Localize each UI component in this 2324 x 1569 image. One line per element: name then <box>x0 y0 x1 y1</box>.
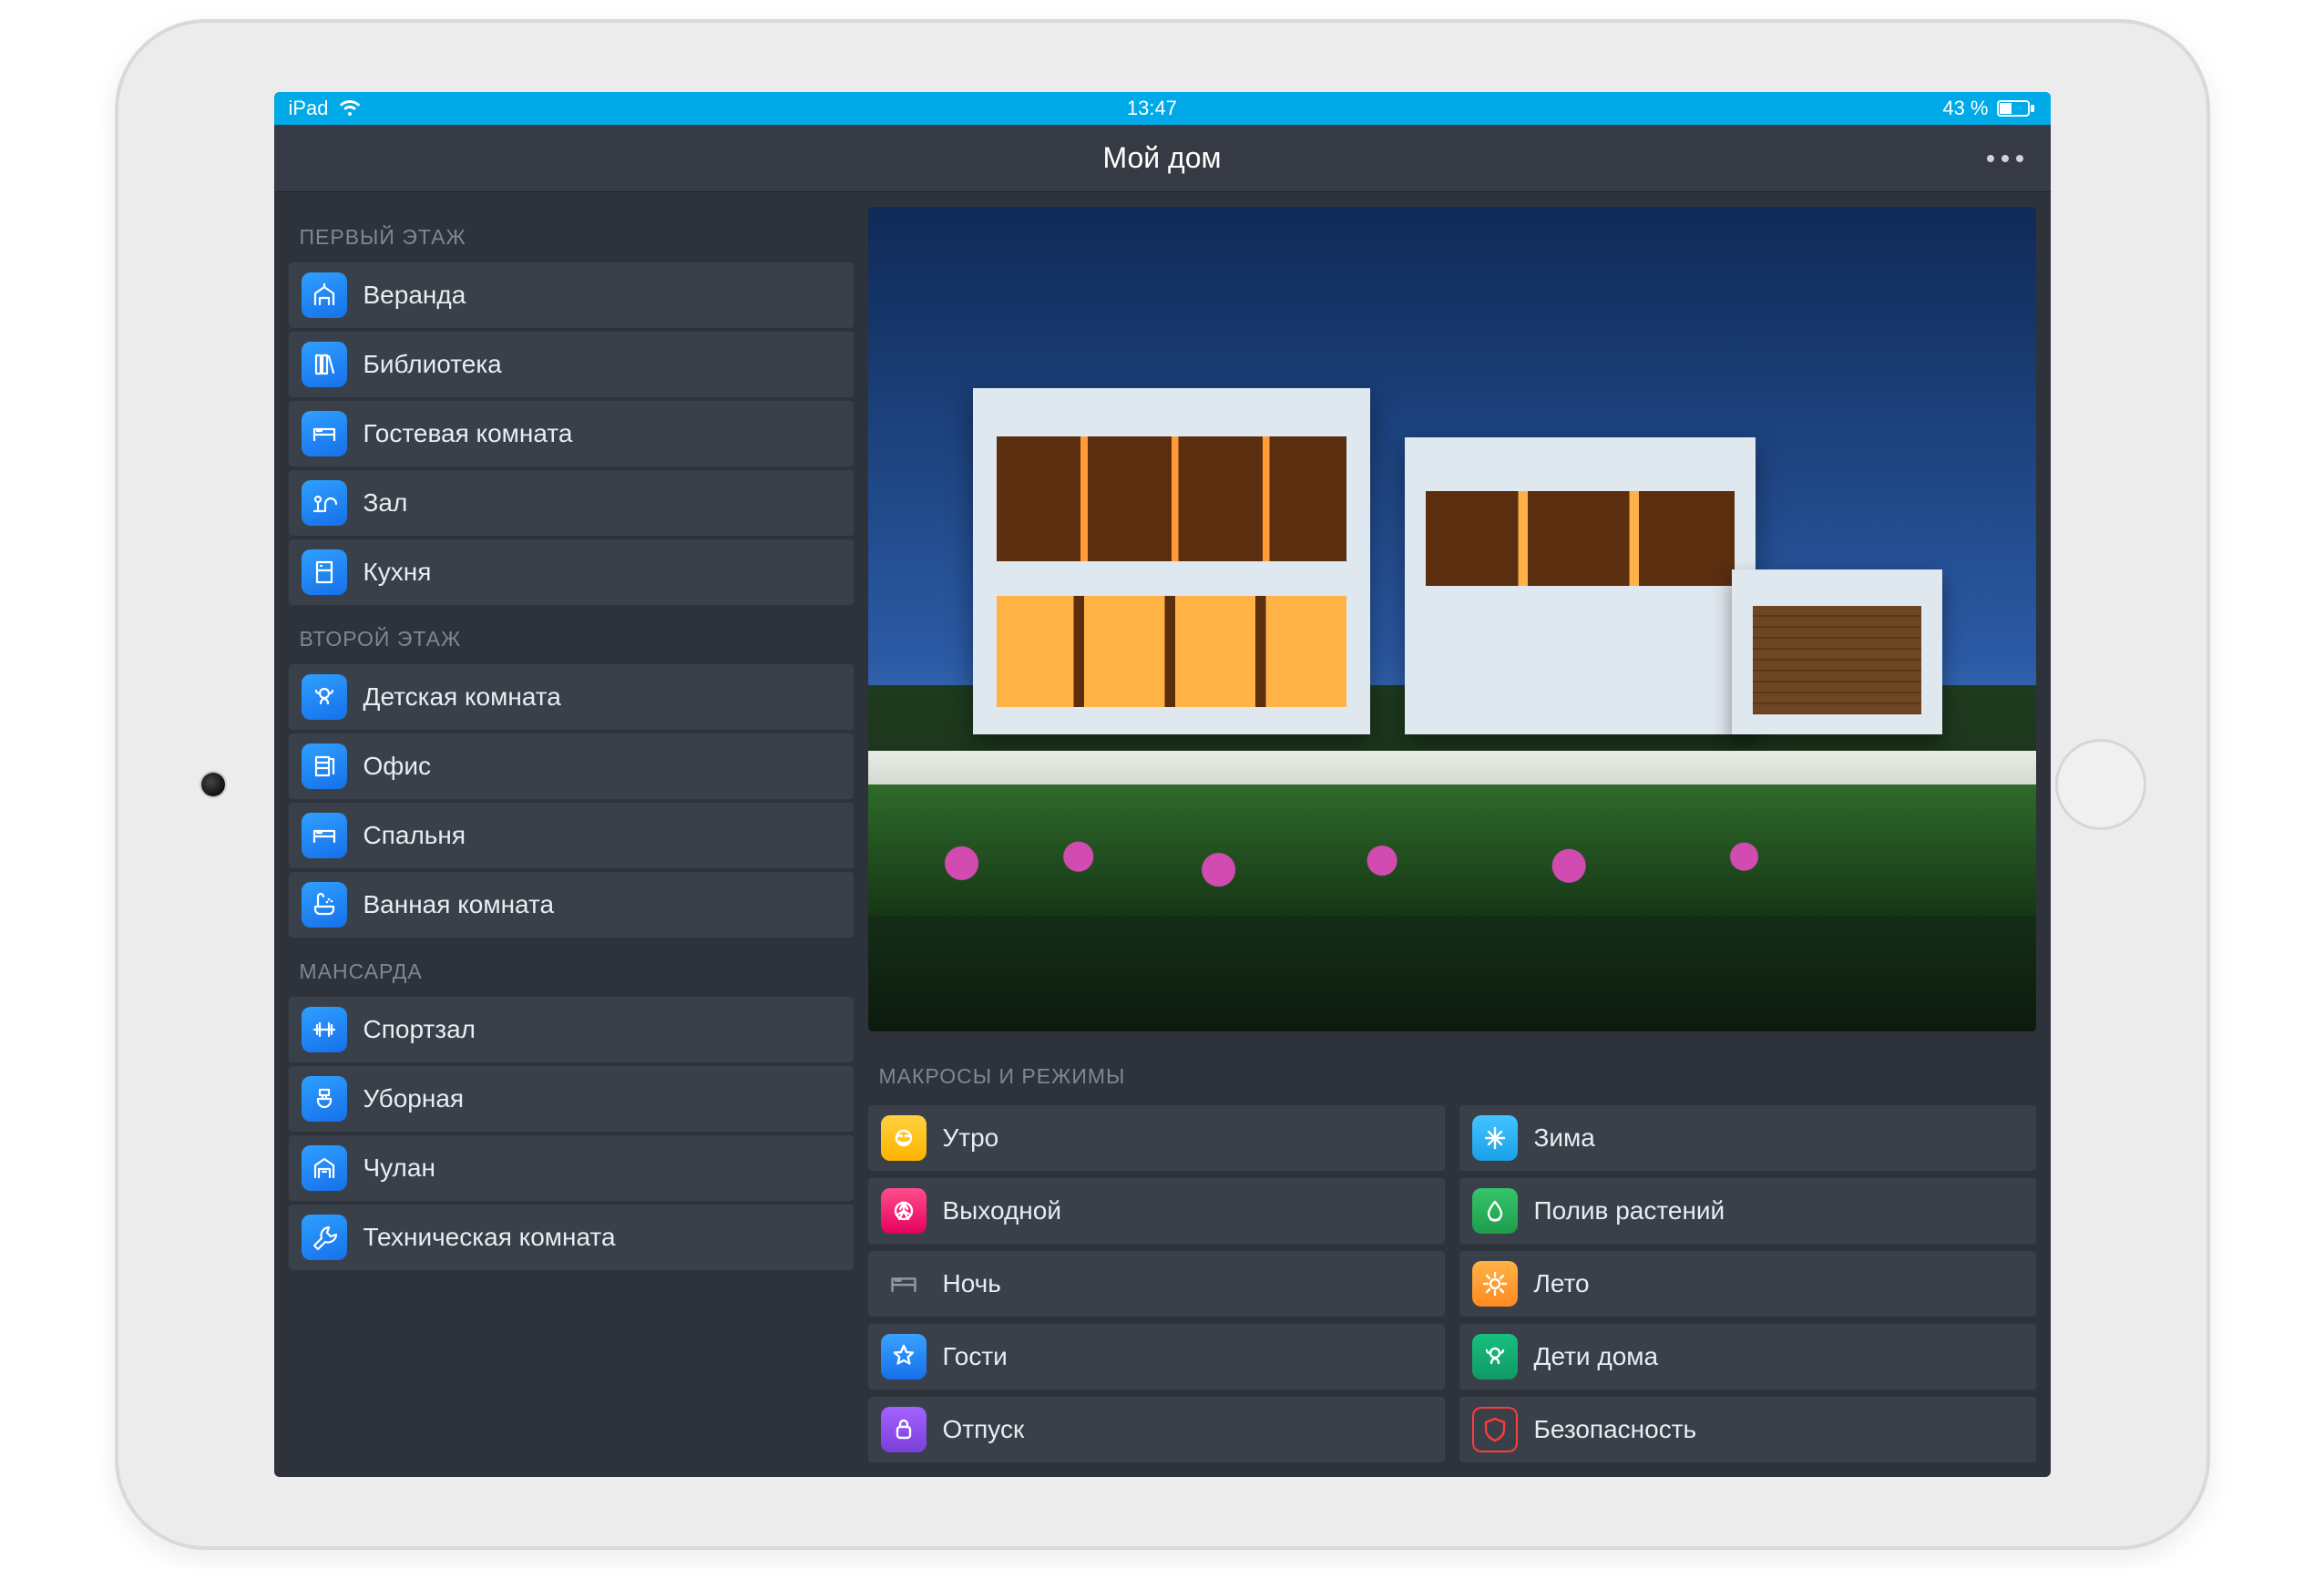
restroom-icon <box>302 1076 347 1122</box>
home-button[interactable] <box>2055 739 2146 830</box>
front-camera <box>201 773 225 796</box>
macro-label: Дети дома <box>1534 1342 1659 1371</box>
macros-panel: МАКРОСЫ И РЕЖИМЫ Утро Зима Выходной Полив р… <box>868 1046 2036 1462</box>
security-icon <box>1472 1407 1518 1452</box>
section-header: МАНСАРДА <box>289 941 854 993</box>
storage-icon <box>302 1145 347 1191</box>
status-bar: iPad 13:47 43 % <box>274 92 2051 125</box>
room-item[interactable]: Спальня <box>289 803 854 868</box>
bathroom-icon <box>302 882 347 928</box>
room-item[interactable]: Библиотека <box>289 332 854 397</box>
weekend-icon <box>881 1188 927 1234</box>
house-image[interactable] <box>868 207 2036 1031</box>
room-label: Веранда <box>363 281 466 310</box>
section-header: ВТОРОЙ ЭТАЖ <box>289 609 854 661</box>
library-icon <box>302 342 347 387</box>
macro-label: Безопасность <box>1534 1415 1697 1444</box>
room-item[interactable]: Спортзал <box>289 997 854 1062</box>
app-title: Мой дом <box>1102 141 1221 175</box>
night-icon <box>881 1261 927 1307</box>
room-label: Гостевая комната <box>363 419 573 448</box>
macro-label: Лето <box>1534 1269 1590 1298</box>
kitchen-icon <box>302 549 347 595</box>
section-header: ПЕРВЫЙ ЭТАЖ <box>289 207 854 259</box>
room-item[interactable]: Зал <box>289 470 854 536</box>
room-item[interactable]: Гостевая комната <box>289 401 854 467</box>
macro-item[interactable]: Безопасность <box>1459 1397 2036 1462</box>
bedroom-icon <box>302 813 347 858</box>
vacation-icon <box>881 1407 927 1452</box>
room-item[interactable]: Офис <box>289 733 854 799</box>
clock: 13:47 <box>1127 97 1177 120</box>
macro-item[interactable]: Дети дома <box>1459 1324 2036 1390</box>
room-item[interactable]: Техническая комната <box>289 1205 854 1270</box>
macro-item[interactable]: Зима <box>1459 1105 2036 1171</box>
morning-icon <box>881 1115 927 1161</box>
guests-icon <box>881 1334 927 1379</box>
device-label: iPad <box>289 97 329 120</box>
room-item[interactable]: Детская комната <box>289 664 854 730</box>
room-item[interactable]: Чулан <box>289 1135 854 1201</box>
macro-label: Выходной <box>943 1196 1061 1225</box>
room-item[interactable]: Ванная комната <box>289 872 854 938</box>
winter-icon <box>1472 1115 1518 1161</box>
room-label: Ванная комната <box>363 890 555 919</box>
macro-label: Гости <box>943 1342 1008 1371</box>
ipad-frame: iPad 13:47 43 % Мой дом ПЕРВЫЙ ЭТАЖВера <box>115 19 2210 1550</box>
macro-item[interactable]: Утро <box>868 1105 1445 1171</box>
utility-icon <box>302 1215 347 1260</box>
room-label: Спальня <box>363 821 466 850</box>
battery-icon <box>1997 100 2035 117</box>
kids-room-icon <box>302 674 347 720</box>
summer-icon <box>1472 1261 1518 1307</box>
macro-label: Полив растений <box>1534 1196 1725 1225</box>
wifi-icon <box>338 99 362 118</box>
living-room-icon <box>302 480 347 526</box>
room-item[interactable]: Веранда <box>289 262 854 328</box>
office-icon <box>302 743 347 789</box>
more-menu-button[interactable] <box>1987 155 2023 162</box>
macro-item[interactable]: Ночь <box>868 1251 1445 1317</box>
macro-item[interactable]: Выходной <box>868 1178 1445 1244</box>
kids-home-icon <box>1472 1334 1518 1379</box>
room-label: Кухня <box>363 558 432 587</box>
main-panel: МАКРОСЫ И РЕЖИМЫ Утро Зима Выходной Полив р… <box>868 207 2036 1462</box>
app-header: Мой дом <box>274 125 2051 192</box>
watering-icon <box>1472 1188 1518 1234</box>
app-screen: iPad 13:47 43 % Мой дом ПЕРВЫЙ ЭТАЖВера <box>274 92 2051 1477</box>
gym-icon <box>302 1007 347 1052</box>
room-item[interactable]: Уборная <box>289 1066 854 1132</box>
battery-percent: 43 % <box>1942 97 1988 120</box>
room-label: Офис <box>363 752 431 781</box>
room-label: Уборная <box>363 1084 465 1113</box>
room-label: Библиотека <box>363 350 502 379</box>
room-item[interactable]: Кухня <box>289 539 854 605</box>
content-area: ПЕРВЫЙ ЭТАЖ Веранда Библиотека Гостевая ком… <box>274 192 2051 1477</box>
macro-label: Зима <box>1534 1123 1595 1153</box>
rooms-sidebar: ПЕРВЫЙ ЭТАЖ Веранда Библиотека Гостевая ком… <box>289 207 854 1462</box>
macros-grid: Утро Зима Выходной Полив растений Ночь Лето Го… <box>868 1105 2036 1462</box>
macro-label: Отпуск <box>943 1415 1025 1444</box>
room-label: Спортзал <box>363 1015 476 1044</box>
macro-item[interactable]: Лето <box>1459 1251 2036 1317</box>
macro-item[interactable]: Полив растений <box>1459 1178 2036 1244</box>
macro-label: Ночь <box>943 1269 1001 1298</box>
macro-item[interactable]: Гости <box>868 1324 1445 1390</box>
room-label: Чулан <box>363 1154 435 1183</box>
guest-room-icon <box>302 411 347 456</box>
macro-item[interactable]: Отпуск <box>868 1397 1445 1462</box>
room-label: Зал <box>363 488 408 518</box>
veranda-icon <box>302 272 347 318</box>
macro-label: Утро <box>943 1123 999 1153</box>
room-label: Детская комната <box>363 682 561 712</box>
room-label: Техническая комната <box>363 1223 616 1252</box>
macros-header: МАКРОСЫ И РЕЖИМЫ <box>868 1046 2036 1098</box>
